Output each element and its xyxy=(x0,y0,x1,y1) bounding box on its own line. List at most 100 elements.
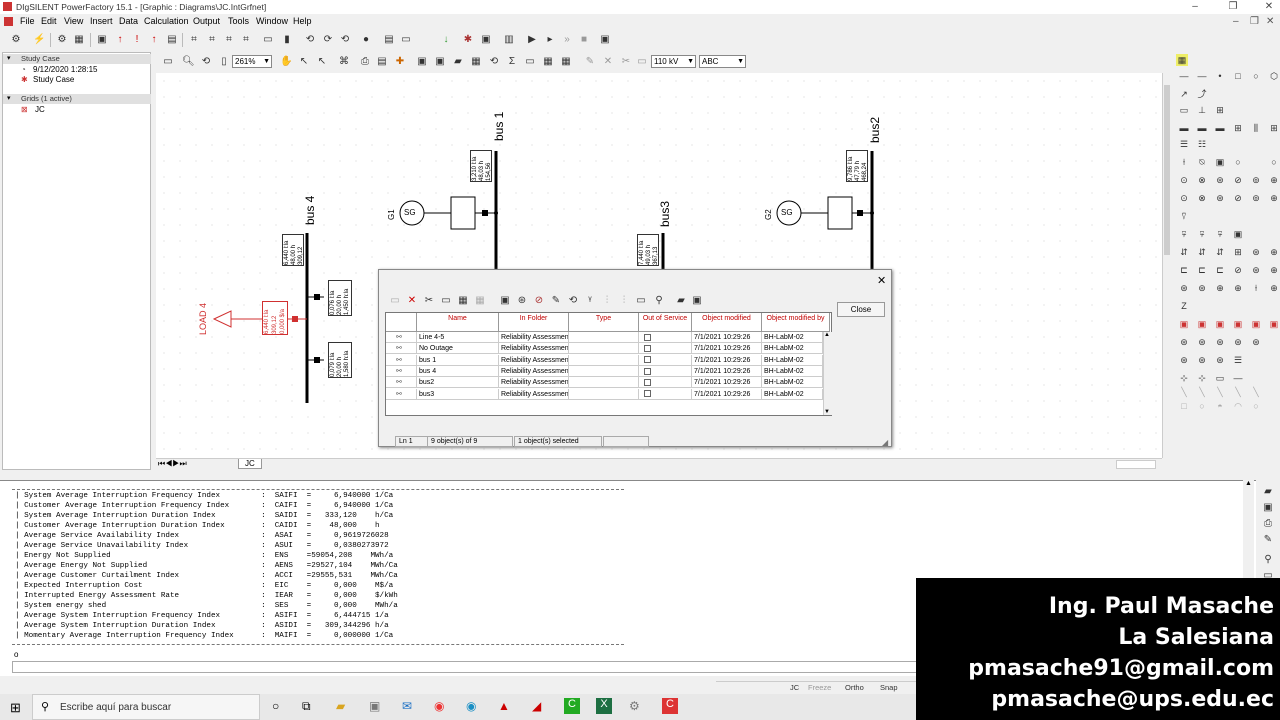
col-type-header[interactable]: Type xyxy=(569,313,639,332)
tool-icon[interactable]: ⚙ xyxy=(629,699,640,713)
draw-m-icon[interactable]: ◠ xyxy=(1232,400,1244,412)
grid-d-icon[interactable]: ▦ xyxy=(560,56,572,68)
out-of-service-cell[interactable] xyxy=(639,354,692,366)
sym-ai-icon[interactable]: ⊕ xyxy=(1268,282,1280,294)
prot-c-icon[interactable]: ▣ xyxy=(1214,318,1226,330)
cut-icon[interactable]: ✂ xyxy=(423,295,435,307)
prot-l-icon[interactable]: ⊛ xyxy=(1178,354,1190,366)
prot-i-icon[interactable]: ⊛ xyxy=(1214,336,1226,348)
prot-o-icon[interactable]: ☰ xyxy=(1232,354,1244,366)
out-of-service-cell[interactable] xyxy=(639,388,692,400)
relay-icon[interactable]: ▣ xyxy=(1214,156,1226,168)
save-icon[interactable]: ▣ xyxy=(1262,502,1274,514)
rms-icon[interactable]: ↑ xyxy=(148,34,160,46)
sym-ah-icon[interactable]: ⍿ xyxy=(1250,282,1262,294)
script-icon[interactable]: ▣ xyxy=(599,34,611,46)
transformer-icon[interactable]: ⫼ xyxy=(1250,122,1262,134)
close-window-button[interactable]: ✕ xyxy=(1262,1,1276,12)
menu-insert[interactable]: Insert xyxy=(90,16,113,26)
tool-j-icon[interactable]: ● xyxy=(360,34,372,46)
draw-l-icon[interactable]: ◓ xyxy=(1214,400,1226,412)
freeze-icon[interactable]: ⌘ xyxy=(338,56,350,68)
paste-icon[interactable]: ▦ xyxy=(457,295,469,307)
dot-icon[interactable]: • xyxy=(1214,70,1226,82)
draw-b-icon[interactable]: ⊹ xyxy=(1196,372,1208,384)
load-flow-icon[interactable]: ↑ xyxy=(114,34,126,46)
prot-e-icon[interactable]: ▣ xyxy=(1250,318,1262,330)
sym-af-icon[interactable]: ⊕ xyxy=(1214,282,1226,294)
out-of-service-cell[interactable] xyxy=(639,377,692,389)
print-icon[interactable]: ⎙ xyxy=(359,56,371,68)
folder-icon[interactable]: ▰ xyxy=(452,56,464,68)
study-case-header[interactable]: Study Case xyxy=(3,54,151,64)
sym-l-icon[interactable]: ⊕ xyxy=(1268,192,1280,204)
print-icon[interactable]: ⎙ xyxy=(1262,518,1274,530)
tool-l-icon[interactable]: ▭ xyxy=(400,34,412,46)
windows-start-icon[interactable]: ⊞ xyxy=(10,700,21,716)
maximize-button[interactable]: ❐ xyxy=(1226,1,1240,12)
doc-restore-button[interactable]: ❐ xyxy=(1250,16,1259,27)
busbar-icon[interactable]: ▬ xyxy=(1178,122,1190,134)
doc-close-button[interactable]: ✕ xyxy=(1266,16,1274,27)
tab-jc[interactable]: JC xyxy=(238,459,262,469)
delete-icon[interactable]: ✕ xyxy=(406,295,418,307)
draw-f-icon[interactable]: ╲ xyxy=(1196,386,1208,398)
draw-d-icon[interactable]: — xyxy=(1232,372,1244,384)
layers-icon[interactable]: ▤ xyxy=(376,56,388,68)
menu-edit[interactable]: Edit xyxy=(41,16,57,26)
draw-c-icon[interactable]: ▭ xyxy=(1214,372,1226,384)
tool-k-icon[interactable]: ▤ xyxy=(383,34,395,46)
tool-c-icon[interactable]: ⌗ xyxy=(223,34,235,46)
prot-j-icon[interactable]: ⊛ xyxy=(1232,336,1244,348)
menu-file[interactable]: File xyxy=(20,16,35,26)
canvas-hscroll[interactable] xyxy=(1116,460,1156,469)
col-oos-header[interactable]: Out of Service xyxy=(639,313,692,332)
mark-icon[interactable]: ⟲ xyxy=(567,295,579,307)
bay-icon[interactable]: ⊞ xyxy=(1268,122,1280,134)
prot-a-icon[interactable]: ▣ xyxy=(1178,318,1190,330)
pv-icon[interactable]: ⍿ xyxy=(1178,156,1190,168)
powerfactory-icon[interactable]: ◢ xyxy=(532,699,541,713)
tool-b-icon[interactable]: ⫶ xyxy=(618,295,630,307)
rect-icon[interactable]: □ xyxy=(1232,70,1244,82)
meter-icon[interactable]: ⍉ xyxy=(1196,156,1208,168)
sym-ae-icon[interactable]: ⊛ xyxy=(1196,282,1208,294)
sym-p-icon[interactable]: ⍫ xyxy=(1214,228,1226,240)
col-modified-by-header[interactable]: Object modified by xyxy=(762,313,830,332)
out-of-service-checkbox[interactable] xyxy=(644,356,651,364)
prot-g-icon[interactable]: ⊛ xyxy=(1178,336,1190,348)
outage-icon[interactable]: ⊘ xyxy=(533,295,545,307)
graphic-icon[interactable]: ▣ xyxy=(96,34,108,46)
sym-o-icon[interactable]: ⍫ xyxy=(1196,228,1208,240)
folder-icon[interactable]: ▰ xyxy=(675,295,687,307)
draw-g-icon[interactable]: ╲ xyxy=(1214,386,1226,398)
out-of-service-checkbox[interactable] xyxy=(644,390,651,398)
dialog-close-icon[interactable]: ✕ xyxy=(877,274,886,287)
page-icon[interactable]: ▯ xyxy=(218,56,230,68)
bus4-label[interactable]: bus 4 xyxy=(303,196,317,225)
filter-icon[interactable]: ⊛ xyxy=(516,295,528,307)
grid-c-icon[interactable]: ▦ xyxy=(542,56,554,68)
tool-b-icon[interactable]: ⌗ xyxy=(206,34,218,46)
draw-e-icon[interactable]: ╲ xyxy=(1178,386,1190,398)
load4-label[interactable]: LOAD 4 xyxy=(198,303,208,335)
sym-u-icon[interactable]: ⊞ xyxy=(1232,246,1244,258)
sym-q-icon[interactable]: ▣ xyxy=(1232,228,1244,240)
g2-label[interactable]: G2 xyxy=(764,209,773,220)
sym-v-icon[interactable]: ⊛ xyxy=(1250,246,1262,258)
prot-m-icon[interactable]: ⊛ xyxy=(1196,354,1208,366)
prot-b-icon[interactable]: ▣ xyxy=(1196,318,1208,330)
edge-icon[interactable]: ◉ xyxy=(466,699,476,713)
sym-d-icon[interactable]: ⊘ xyxy=(1232,174,1244,186)
calc-icon[interactable]: ▦ xyxy=(73,34,85,46)
sym-x-icon[interactable]: ⊏ xyxy=(1178,264,1190,276)
menu-output[interactable]: Output xyxy=(193,16,220,26)
select-icon[interactable]: ↖ xyxy=(298,56,310,68)
detail-icon[interactable]: ▣ xyxy=(499,295,511,307)
draw-a-icon[interactable]: ⊹ xyxy=(1178,372,1190,384)
tree-icon[interactable]: ✱ xyxy=(462,34,474,46)
fast-forward-icon[interactable]: » xyxy=(561,34,573,46)
status-freeze[interactable]: Freeze xyxy=(808,683,831,692)
draw-i-icon[interactable]: ╲ xyxy=(1250,386,1262,398)
status-ortho[interactable]: Ortho xyxy=(845,683,864,692)
